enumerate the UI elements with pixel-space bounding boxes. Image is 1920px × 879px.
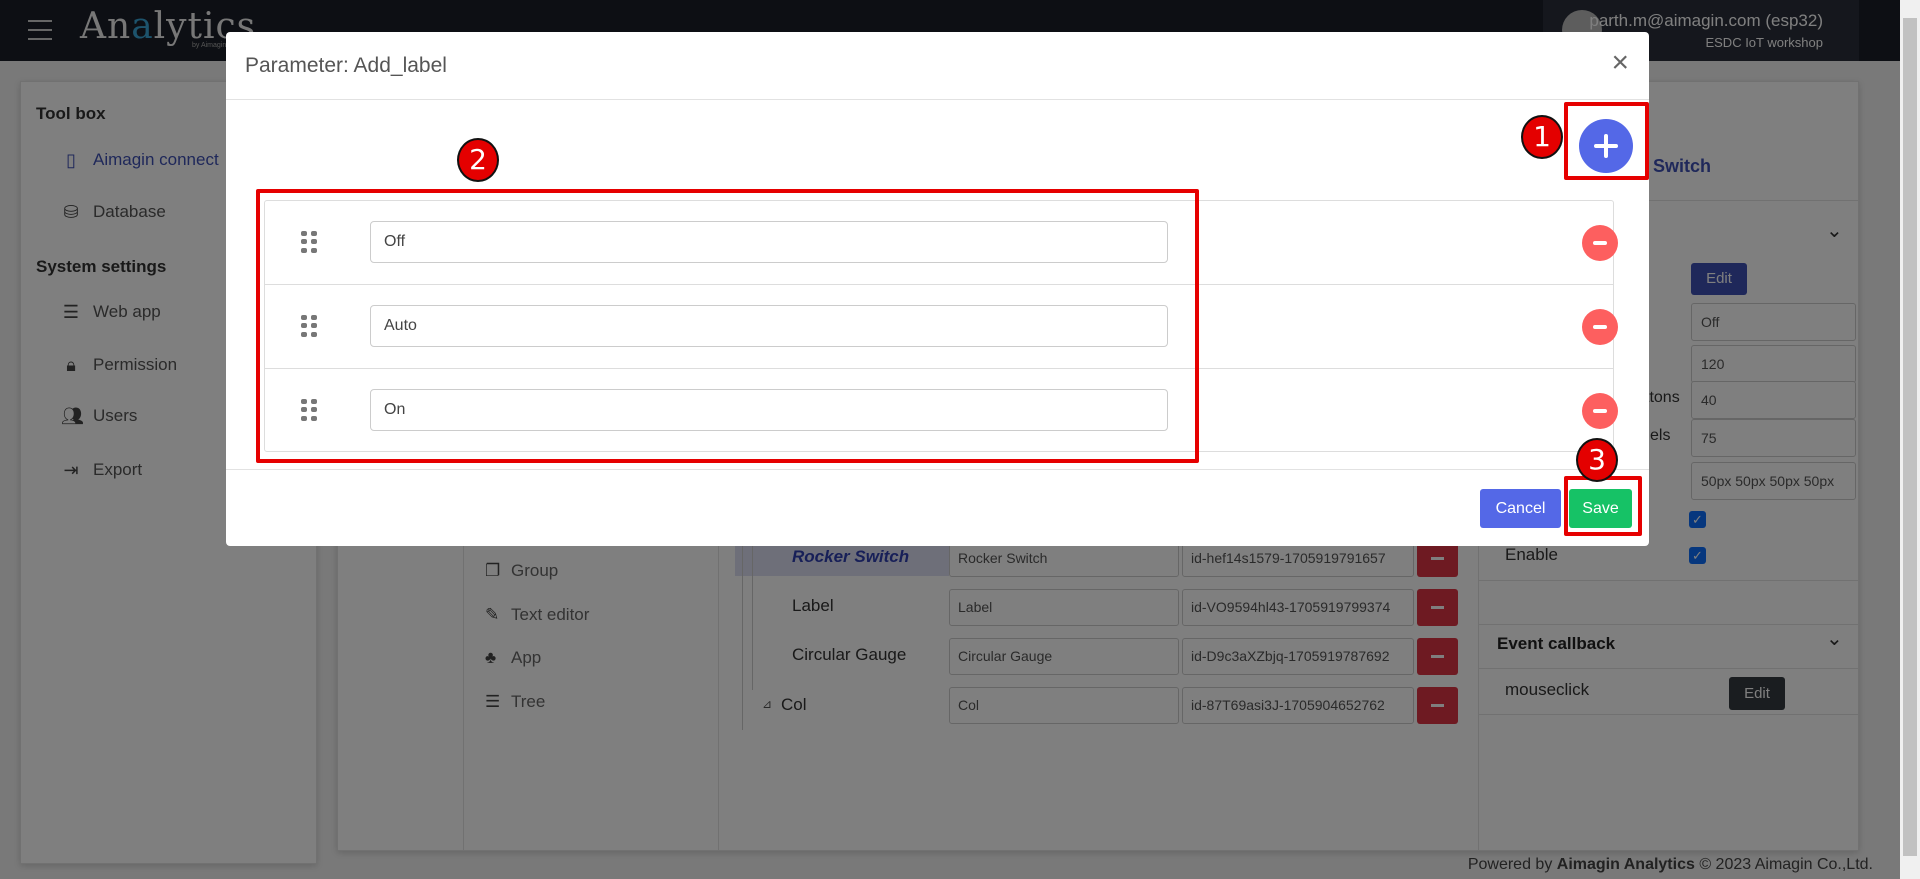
annotation-badge-2: 2 [457, 138, 499, 182]
annotation-badge-3: 3 [1576, 438, 1618, 482]
remove-option-button[interactable] [1582, 225, 1618, 261]
annotation-box-1 [1564, 102, 1649, 180]
cancel-button[interactable]: Cancel [1480, 489, 1561, 528]
dialog-title: Parameter: Add_label [245, 54, 447, 77]
annotation-box-2 [256, 189, 1199, 463]
divider [226, 99, 1649, 100]
annotation-badge-1: 1 [1521, 115, 1563, 159]
annotation-box-3 [1564, 476, 1642, 536]
remove-option-button[interactable] [1582, 393, 1618, 429]
scrollbar-thumb[interactable] [1903, 18, 1917, 856]
scrollbar[interactable] [1900, 0, 1920, 879]
divider [226, 469, 1649, 470]
remove-option-button[interactable] [1582, 309, 1618, 345]
close-icon[interactable]: × [1611, 46, 1629, 80]
